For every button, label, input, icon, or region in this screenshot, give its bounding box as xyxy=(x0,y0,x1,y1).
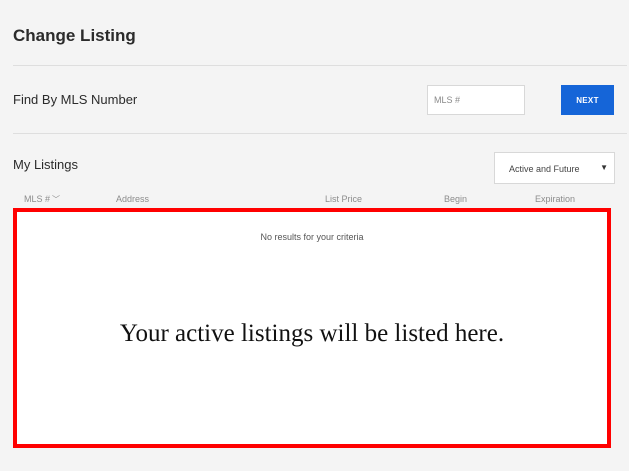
column-header-expiration[interactable]: Expiration xyxy=(535,194,575,204)
listing-status-select[interactable]: Active and Future ▼ xyxy=(494,152,615,184)
mls-number-input[interactable] xyxy=(427,85,525,115)
caret-down-icon: ▼ xyxy=(600,163,608,172)
next-button[interactable]: NEXT xyxy=(561,85,614,115)
listings-results-area: No results for your criteria Your active… xyxy=(13,208,611,448)
divider xyxy=(13,133,627,134)
empty-results-message: No results for your criteria xyxy=(260,232,364,242)
page-title: Change Listing xyxy=(13,26,136,45)
chevron-down-icon: ﹀ xyxy=(52,195,61,204)
my-listings-label: My Listings xyxy=(13,157,79,172)
column-header-list-price[interactable]: List Price xyxy=(325,194,362,204)
column-header-mls-label: MLS # xyxy=(24,194,51,204)
column-header-mls[interactable]: MLS # ﹀ xyxy=(24,194,60,205)
change-listing-panel: Change Listing Find By MLS Number NEXT M… xyxy=(0,0,629,471)
find-by-mls-label: Find By MLS Number xyxy=(13,92,138,107)
column-header-begin[interactable]: Begin xyxy=(444,194,467,204)
divider xyxy=(13,65,627,66)
listings-annotation: Your active listings will be listed here… xyxy=(119,320,505,347)
column-header-address[interactable]: Address xyxy=(116,194,149,204)
listing-status-selected: Active and Future xyxy=(509,164,580,174)
